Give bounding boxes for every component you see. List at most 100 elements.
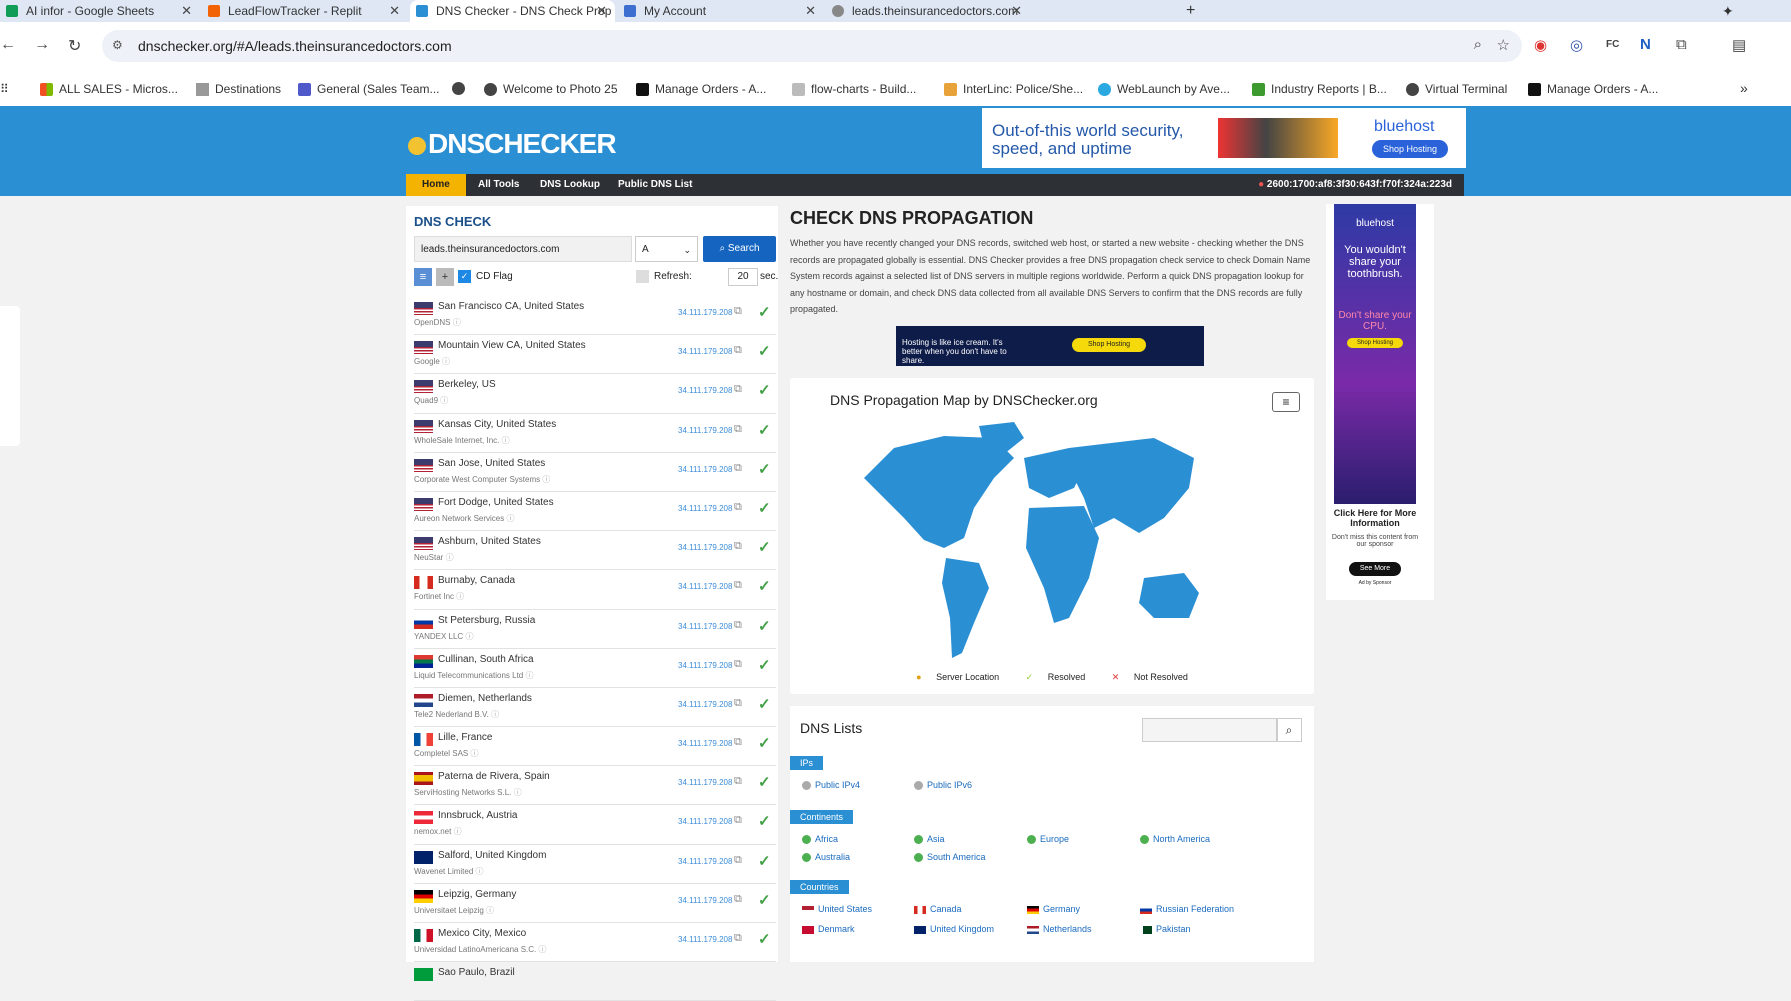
close-icon[interactable]: ✕ (1011, 3, 1022, 19)
resolved-ip[interactable]: 34.111.179.208 (678, 935, 732, 944)
reload-icon[interactable]: ↻ (68, 36, 81, 56)
resolved-ip[interactable]: 34.111.179.208 (678, 308, 732, 317)
resolved-ip[interactable]: 34.111.179.208 (678, 700, 732, 709)
info-icon[interactable]: ⓘ (525, 671, 533, 680)
record-type-select[interactable]: A ⌄ (635, 236, 698, 262)
lists-search-input[interactable] (1142, 718, 1278, 742)
list-item[interactable]: Public IPv6 (914, 780, 972, 791)
external-link-icon[interactable]: ⧉ (734, 854, 742, 867)
menu-home[interactable]: Home (406, 174, 466, 196)
external-link-icon[interactable]: ⧉ (734, 893, 742, 906)
close-icon[interactable]: ✕ (805, 3, 816, 19)
add-icon[interactable]: + (436, 268, 454, 286)
resolved-ip[interactable]: 34.111.179.208 (678, 661, 732, 670)
sidepanel-icon[interactable]: ▤ (1732, 36, 1746, 54)
menu-dns-lookup[interactable]: DNS Lookup (540, 179, 600, 190)
resolved-ip[interactable]: 34.111.179.208 (678, 465, 732, 474)
domain-input[interactable]: leads.theinsurancedoctors.com (414, 236, 632, 262)
bookmark-item[interactable]: Manage Orders - A... (636, 82, 766, 96)
bookmark-item[interactable] (452, 82, 471, 95)
see-more-button[interactable]: See More (1349, 562, 1401, 576)
resolved-ip[interactable]: 34.111.179.208 (678, 739, 732, 748)
list-item[interactable]: Australia (802, 852, 850, 863)
external-link-icon[interactable]: ⧉ (734, 305, 742, 318)
bookmark-item[interactable]: General (Sales Team... (298, 82, 440, 96)
resolved-ip[interactable]: 34.111.179.208 (678, 896, 732, 905)
url-bar[interactable]: ⚙ dnschecker.org/#A/leads.theinsurancedo… (102, 30, 1522, 62)
top-banner-ad[interactable]: Out-of-this world security, speed, and u… (982, 108, 1466, 168)
resolved-ip[interactable]: 34.111.179.208 (678, 778, 732, 787)
refresh-interval-input[interactable]: 20 (728, 268, 758, 286)
dnschecker-logo[interactable]: DNSCHECKER (408, 128, 617, 160)
forward-icon[interactable]: → (34, 36, 50, 54)
tab-google-sheets[interactable]: AI infor - Google Sheets ✕ (0, 0, 200, 22)
new-tab-button[interactable]: + (1186, 0, 1206, 22)
apps-icon[interactable]: ⠿ (0, 82, 9, 96)
info-icon[interactable]: ⓘ (453, 318, 461, 327)
bookmark-item[interactable]: flow-charts - Build... (792, 82, 916, 96)
refresh-checkbox[interactable] (636, 270, 649, 283)
star-icon[interactable]: ☆ (1497, 36, 1510, 54)
extension-n-icon[interactable]: N (1640, 36, 1651, 53)
info-icon[interactable]: ⓘ (456, 592, 464, 601)
list-item[interactable]: Europe (1027, 834, 1069, 845)
info-icon[interactable]: ⓘ (454, 827, 462, 836)
list-item[interactable]: Germany (1027, 904, 1080, 914)
side-banner-ad[interactable]: bluehost You wouldn't share your toothbr… (1326, 204, 1434, 600)
resolved-ip[interactable]: 34.111.179.208 (678, 543, 732, 552)
menu-public-dns-list[interactable]: Public DNS List (618, 179, 692, 190)
bookmark-item[interactable]: Destinations (196, 82, 281, 96)
bookmark-item[interactable]: Welcome to Photo 25 (484, 82, 618, 96)
external-link-icon[interactable]: ⧉ (734, 540, 742, 553)
tab-dns-checker[interactable]: DNS Checker - DNS Check Prop ✕ (410, 0, 615, 22)
resolved-ip[interactable]: 34.111.179.208 (678, 622, 732, 631)
search-button[interactable]: ⌕ Search (703, 236, 776, 262)
side-ad-shop-button[interactable]: Shop Hosting (1334, 338, 1416, 348)
info-icon[interactable]: ⓘ (542, 475, 550, 484)
list-item[interactable]: Netherlands (1027, 924, 1092, 934)
bookmark-item[interactable]: WebLaunch by Ave... (1098, 82, 1230, 96)
search-icon[interactable]: ⌕ (1276, 718, 1302, 742)
info-icon[interactable]: ⓘ (465, 632, 473, 641)
close-icon[interactable]: ✕ (181, 3, 192, 19)
menu-all-tools[interactable]: All Tools (478, 179, 519, 190)
middle-banner-ad[interactable]: Hosting is like ice cream. It's better w… (896, 326, 1204, 366)
list-item[interactable]: Public IPv4 (802, 780, 860, 791)
close-icon[interactable]: ✕ (389, 3, 400, 19)
external-link-icon[interactable]: ⧉ (734, 932, 742, 945)
tab-replit[interactable]: LeadFlowTracker - Replit ✕ (202, 0, 408, 22)
info-icon[interactable]: ⓘ (491, 710, 499, 719)
list-item[interactable]: South America (914, 852, 986, 863)
external-link-icon[interactable]: ⧉ (734, 344, 742, 357)
resolved-ip[interactable]: 34.111.179.208 (678, 504, 732, 513)
info-icon[interactable]: ⓘ (476, 867, 484, 876)
external-link-icon[interactable]: ⧉ (734, 736, 742, 749)
zoom-icon[interactable]: ⌕ (1474, 36, 1482, 53)
cd-flag-checkbox[interactable]: ✓ (458, 270, 471, 283)
list-item[interactable]: Asia (914, 834, 945, 845)
external-link-icon[interactable]: ⧉ (734, 423, 742, 436)
list-item[interactable]: Canada (914, 904, 962, 914)
resolved-ip[interactable]: 34.111.179.208 (678, 347, 732, 356)
list-item[interactable]: North America (1140, 834, 1210, 845)
info-icon[interactable]: ⓘ (539, 945, 547, 954)
resolved-ip[interactable]: 34.111.179.208 (678, 426, 732, 435)
external-link-icon[interactable]: ⧉ (734, 697, 742, 710)
puzzle-icon[interactable]: ⧉ (1676, 36, 1687, 53)
resolved-ip[interactable]: 34.111.179.208 (678, 582, 732, 591)
resolved-ip[interactable]: 34.111.179.208 (678, 857, 732, 866)
map-menu-button[interactable]: ≡ (1272, 392, 1300, 412)
external-link-icon[interactable]: ⧉ (734, 462, 742, 475)
extension-icon[interactable]: ◉ (1534, 36, 1547, 54)
list-item[interactable]: Pakistan (1140, 924, 1191, 934)
bookmark-item[interactable]: Virtual Terminal (1406, 82, 1507, 96)
external-link-icon[interactable]: ⧉ (734, 658, 742, 671)
site-info-icon[interactable]: ⚙ (112, 38, 123, 52)
extension-fc-icon[interactable]: FC (1606, 39, 1619, 50)
info-icon[interactable]: ⓘ (470, 749, 478, 758)
bookmark-item[interactable]: InterLinc: Police/She... (944, 82, 1083, 96)
gemini-icon[interactable]: ✦ (1722, 0, 1742, 22)
list-item[interactable]: Russian Federation (1140, 904, 1234, 914)
settings-sliders-icon[interactable]: ≡ (414, 268, 432, 286)
bookmark-item[interactable]: Industry Reports | B... (1252, 82, 1387, 96)
